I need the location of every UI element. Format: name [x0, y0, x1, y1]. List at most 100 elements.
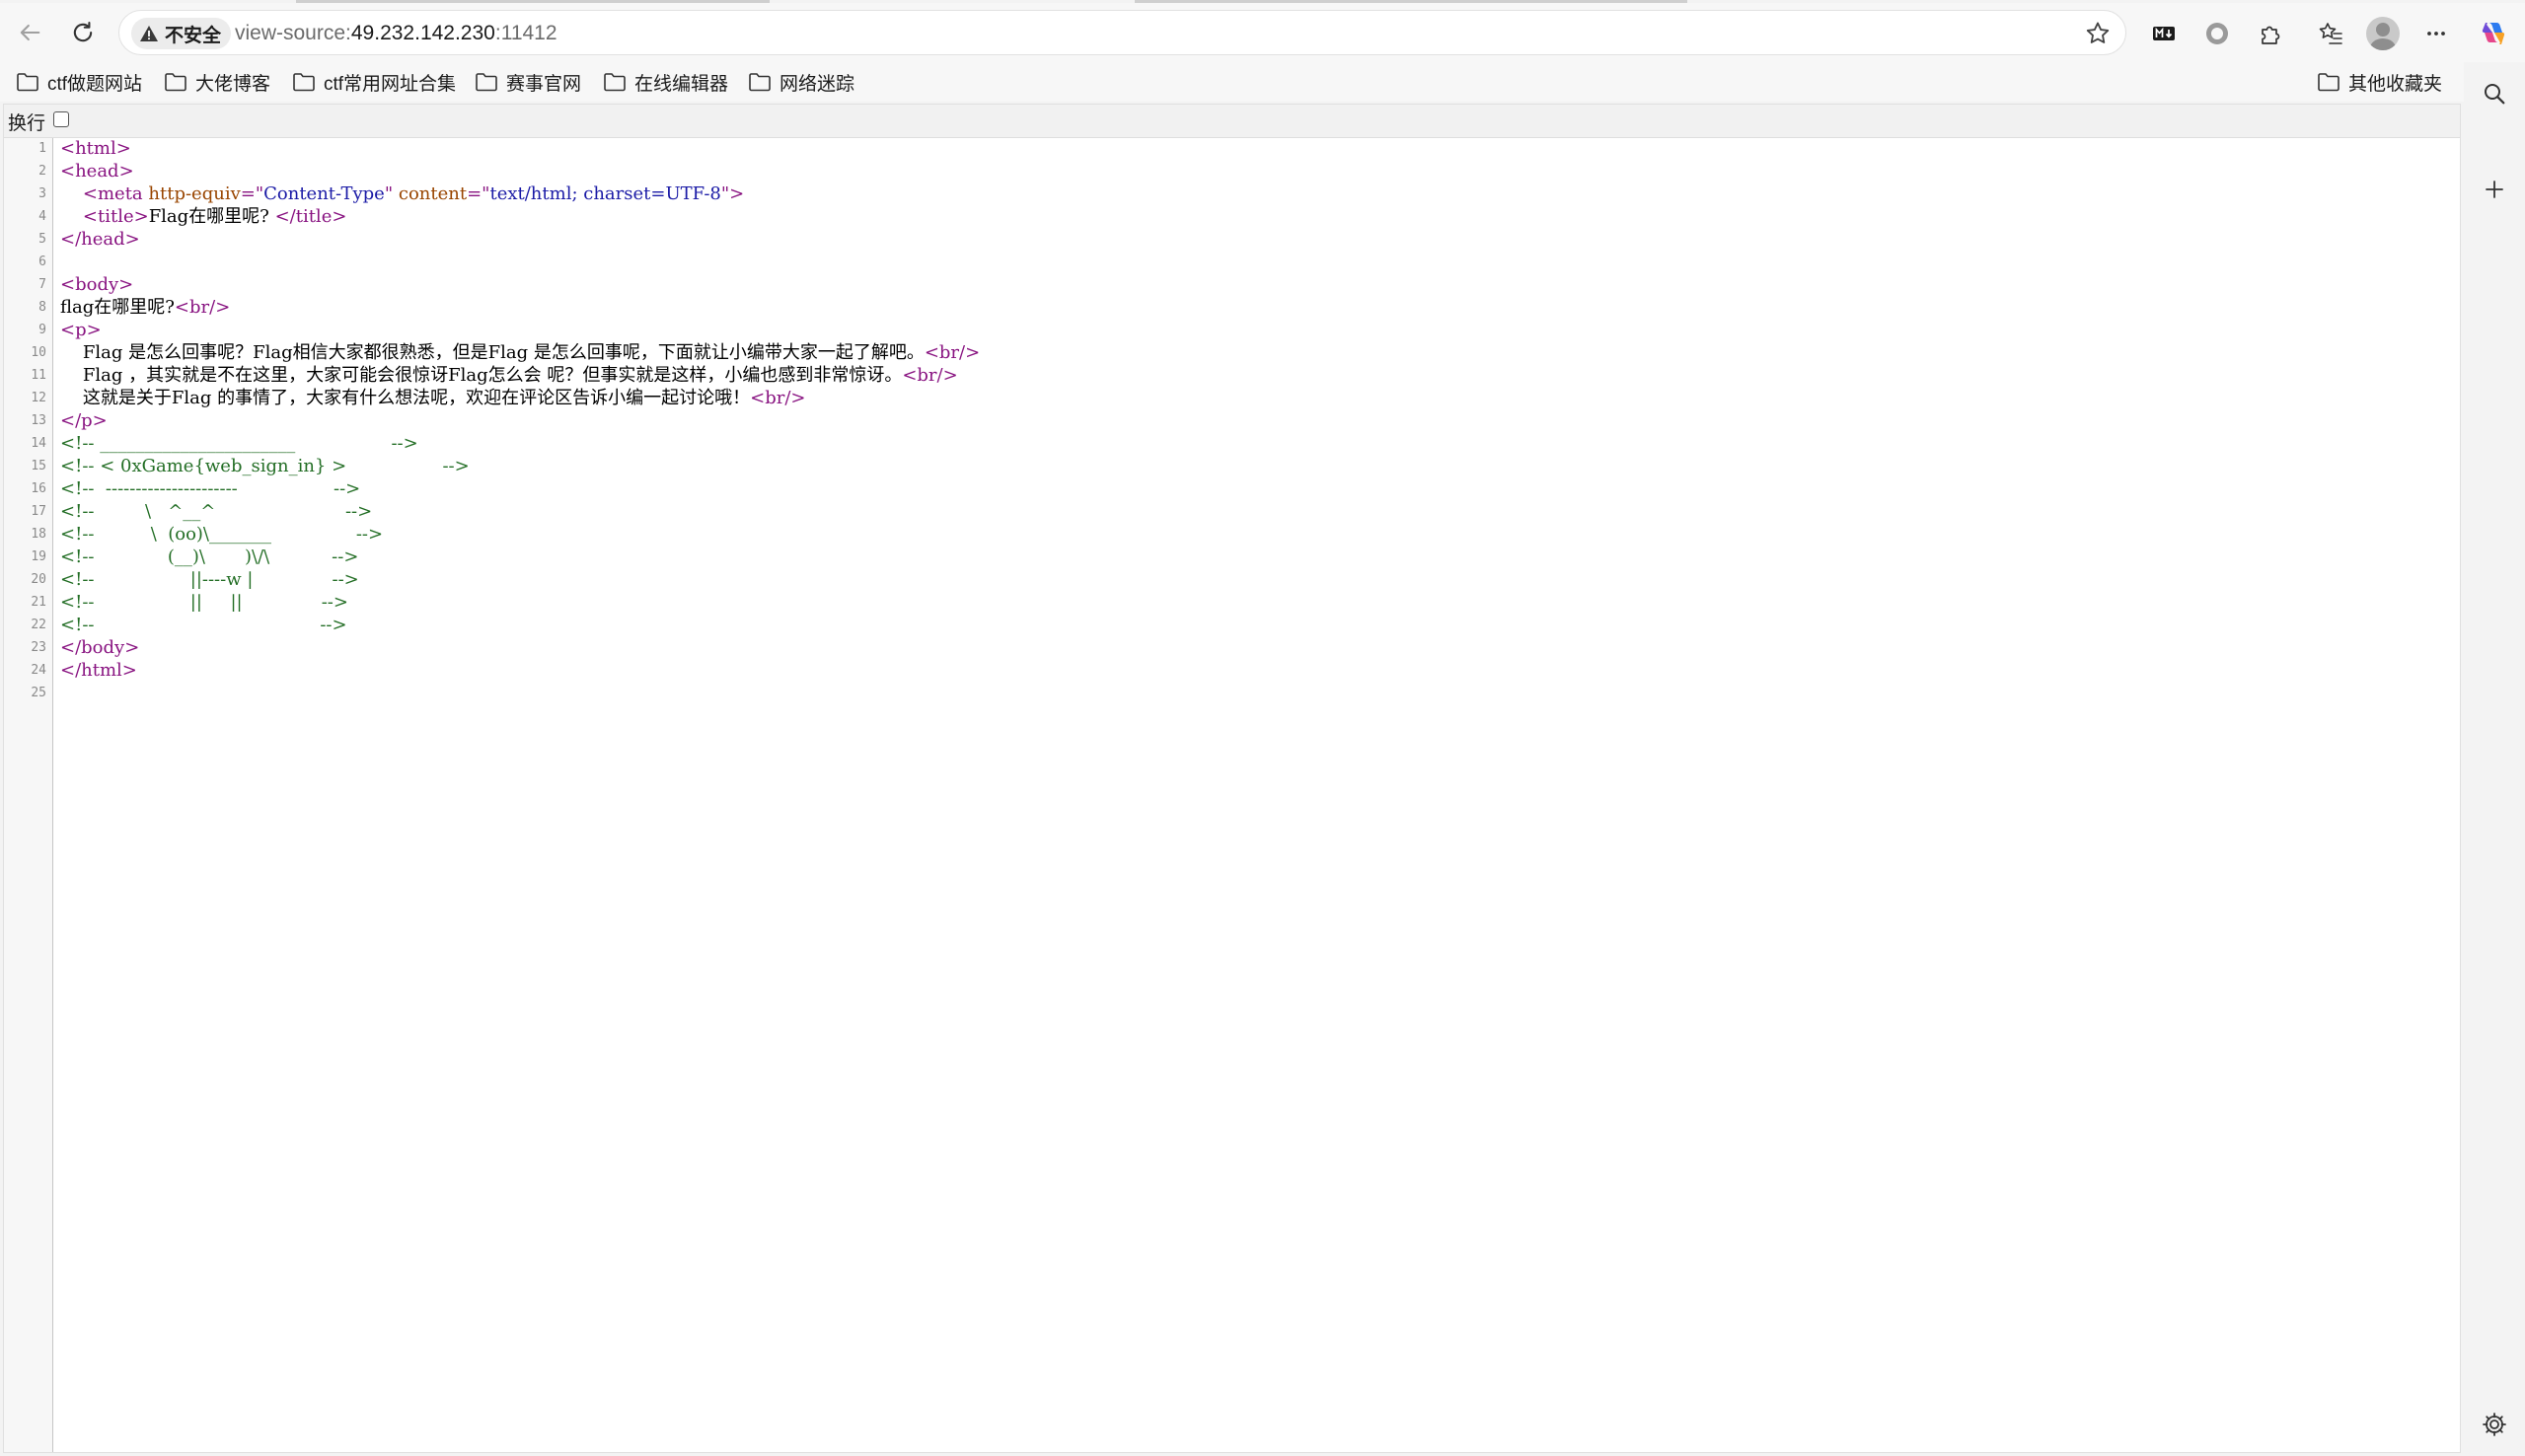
copilot-button[interactable] [2477, 17, 2510, 50]
line-number: 3 [38, 186, 46, 201]
line-text: </html> [60, 659, 137, 682]
line-number: 12 [31, 391, 46, 405]
markdown-button[interactable] [2147, 17, 2181, 50]
folder-icon [749, 73, 771, 92]
token-val: Content-Type [263, 183, 385, 204]
line-number: 8 [38, 300, 46, 315]
line-text: </body> [60, 636, 139, 659]
line-number: 10 [31, 345, 46, 360]
line-text: </head> [60, 228, 140, 251]
line-text: <p> [60, 319, 102, 341]
plus-icon [2486, 181, 2503, 198]
back-button[interactable] [12, 15, 47, 50]
token-tag: <p> [60, 320, 102, 340]
token-text: flag在哪里呢? [60, 297, 175, 318]
line-text: <!-- < 0xGame{web_sign_in} > --> [60, 455, 470, 477]
line-text: Flag 是怎么回事呢？Flag相信大家都很熟悉，但是Flag 是怎么回事呢，下… [60, 341, 980, 364]
line-text: <!-- \ ^__^ --> [60, 500, 372, 523]
back-arrow-icon [20, 24, 40, 41]
security-label: 不安全 [165, 24, 222, 46]
line-number: 20 [31, 572, 46, 587]
line-text: Flag ，其实就是不在这里，大家可能会很惊讶Flag怎么会 呢？但事实就是这样… [60, 364, 958, 387]
more-button[interactable] [2419, 17, 2453, 50]
bookmark-folder[interactable]: ctf做题网站 [16, 68, 142, 96]
bookmark-folder[interactable]: 赛事官网 [475, 68, 581, 96]
folder-icon [476, 73, 497, 92]
bookmarks-bar: ctf做题网站 大佬博客 ctf常用网址合集 赛事官网 在线编辑器 网络迷踪 其… [0, 62, 2467, 102]
more-icon [2427, 32, 2445, 36]
extensions-button[interactable] [2254, 17, 2287, 50]
line-text: <!-- (__)\ )\/\ --> [60, 546, 358, 568]
url-text[interactable]: view-source:49.232.142.230:11412 [235, 11, 557, 56]
right-sidebar [2464, 62, 2525, 1456]
token-tag: <body> [60, 274, 134, 295]
line-number: 16 [31, 481, 46, 496]
favorites-icon [2319, 23, 2342, 44]
token-tag: </body> [60, 637, 140, 658]
line-number: 21 [31, 595, 46, 610]
line-text: <!-- ||----w | --> [60, 568, 359, 591]
token-cmt: <!-- --> [60, 615, 347, 635]
token-tag: </title> [274, 206, 347, 227]
token-tag: <head> [60, 161, 134, 182]
browser-toolbar: 不安全 view-source:49.232.142.230:11412 [0, 3, 2525, 62]
refresh-button[interactable] [65, 15, 101, 50]
add-button[interactable] [2478, 173, 2511, 206]
line-number: 13 [31, 413, 46, 428]
folder-icon [17, 73, 38, 92]
line-text: </p> [60, 409, 108, 432]
line-number: 5 [38, 232, 46, 247]
security-indicator[interactable]: 不安全 [131, 18, 232, 49]
bookmark-folder[interactable]: 大佬博客 [164, 68, 270, 96]
search-button[interactable] [2478, 77, 2511, 110]
token-tag: "> [720, 183, 745, 204]
token-text: 这就是关于Flag 的事情了，大家有什么想法呢，欢迎在评论区告诉小编一起讨论哦！ [60, 388, 751, 408]
url-host: 49.232.142.230 [350, 22, 495, 44]
line-number: 14 [31, 436, 46, 451]
token-tag: <br/> [750, 388, 806, 408]
gear-icon [2483, 1413, 2506, 1436]
address-bar[interactable]: 不安全 view-source:49.232.142.230:11412 [118, 10, 2126, 55]
line-text: <!-- --> [60, 614, 347, 636]
token-tag: <meta [82, 183, 149, 204]
line-text: <!-- || || --> [60, 591, 348, 614]
record-button[interactable] [2200, 17, 2234, 50]
bookmark-label: 在线编辑器 [634, 73, 729, 95]
token-tag: </html> [60, 660, 137, 681]
favorites-button[interactable] [2314, 17, 2347, 50]
bookmark-folder[interactable]: 在线编辑器 [603, 68, 728, 96]
other-bookmarks-folder[interactable]: 其他收藏夹 [2317, 68, 2442, 96]
star-icon[interactable] [2084, 20, 2112, 47]
settings-button[interactable] [2478, 1408, 2511, 1441]
line-number: 2 [38, 164, 46, 179]
line-text: 这就是关于Flag 的事情了，大家有什么想法呢，欢迎在评论区告诉小编一起讨论哦！… [60, 387, 806, 409]
bookmark-folder[interactable]: 网络迷踪 [748, 68, 854, 96]
token-cmt: <!-- (__)\ )\/\ --> [60, 546, 359, 567]
token-cmt: <!-- \ ^__^ --> [60, 501, 373, 522]
folder-icon [165, 73, 186, 92]
bookmark-folder[interactable]: ctf常用网址合集 [292, 68, 456, 96]
line-number: 7 [38, 277, 46, 292]
record-icon [2206, 23, 2228, 44]
line-wrap-bar: 换行 [4, 105, 2460, 138]
line-text: <meta http-equiv="Content-Type" content=… [60, 182, 744, 205]
bookmark-label: 网络迷踪 [780, 73, 855, 95]
line-number: 24 [31, 663, 46, 678]
token-text: Flag 是怎么回事呢？Flag相信大家都很熟悉，但是Flag 是怎么回事呢，下… [60, 342, 925, 363]
line-text: <head> [60, 160, 134, 182]
token-tag: </head> [60, 229, 140, 250]
line-wrap-checkbox[interactable] [53, 111, 69, 127]
line-number: 17 [31, 504, 46, 519]
avatar[interactable] [2366, 17, 2400, 50]
folder-icon [2318, 73, 2339, 92]
search-icon [2485, 84, 2505, 105]
token-tag: </p> [60, 410, 108, 431]
line-number: 1 [38, 141, 46, 156]
line-number: 11 [31, 368, 46, 383]
refresh-icon [73, 22, 93, 42]
line-text: flag在哪里呢?<br/> [60, 296, 230, 319]
line-number: 22 [31, 618, 46, 632]
token-cmt: <!-- ---------------------- --> [60, 478, 361, 499]
